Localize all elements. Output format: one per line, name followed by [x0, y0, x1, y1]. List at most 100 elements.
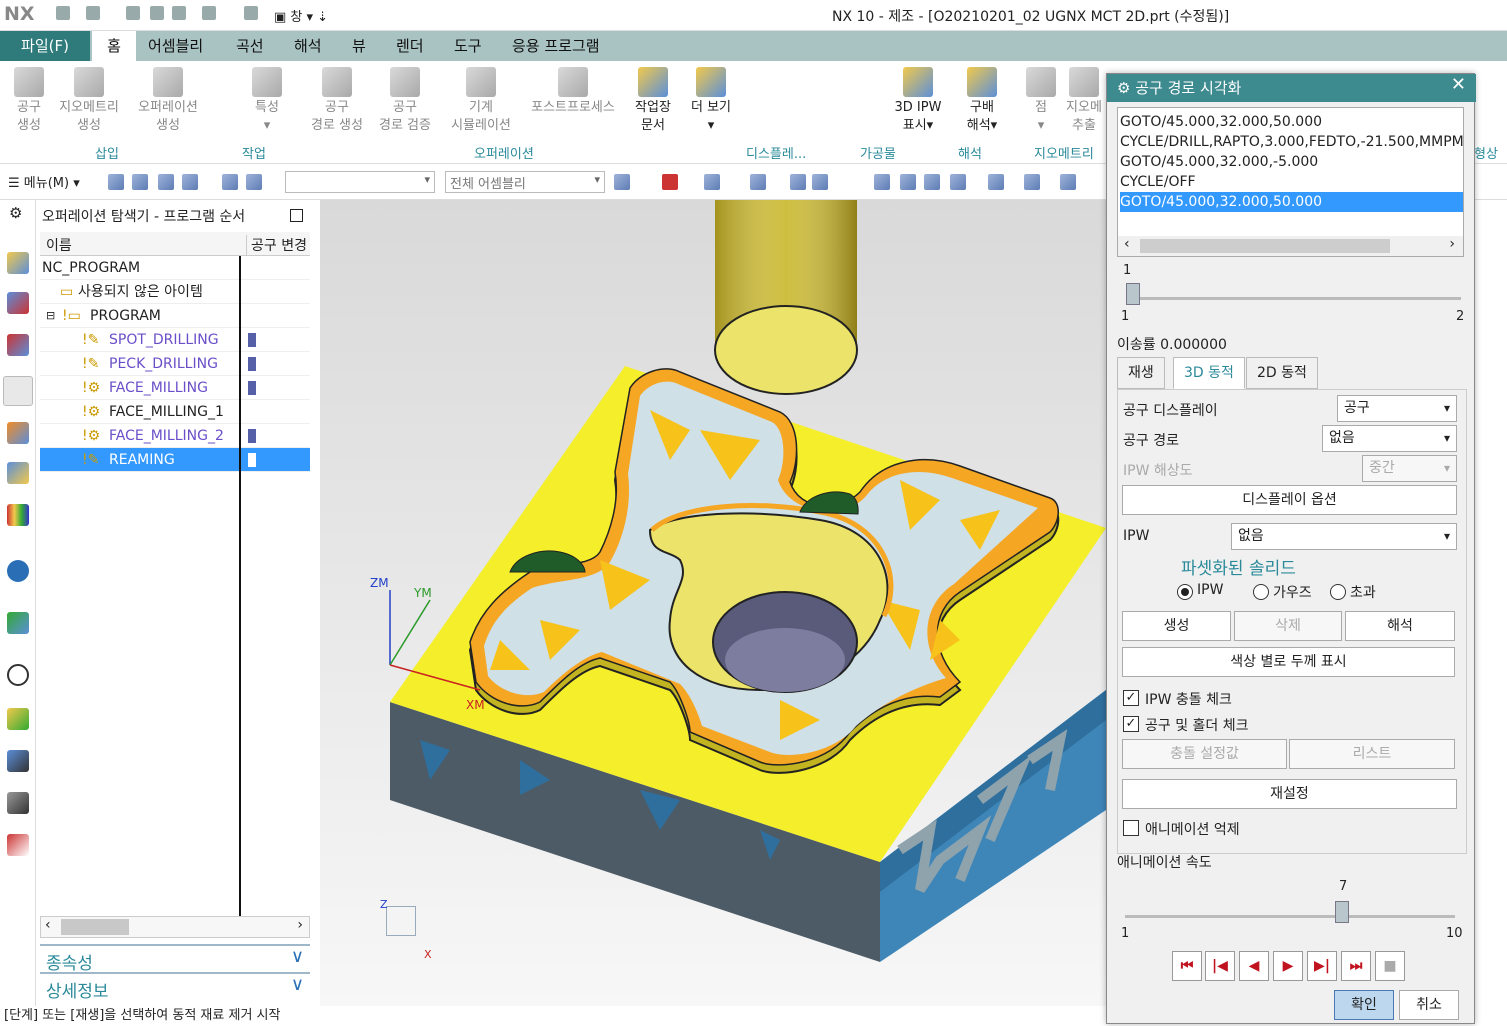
column-tool-change[interactable]: 공구 변경 [246, 235, 307, 255]
filter-icon[interactable] [614, 174, 630, 190]
animation-speed-track[interactable] [1125, 915, 1455, 918]
show-thickness-button[interactable]: 색상 별로 두께 표시 [1122, 647, 1455, 677]
verify-toolpath-button[interactable]: 공구 경로 검증 [372, 67, 438, 135]
tree-row[interactable]: !✎ SPOT_DRILLING [40, 328, 310, 352]
select-box-icon[interactable] [750, 174, 766, 190]
create-tool-button[interactable]: 공구 생성 [6, 67, 52, 135]
undo-icon[interactable] [86, 6, 100, 20]
snap-icon[interactable] [222, 174, 238, 190]
postprocess-button[interactable]: 포스트프로세스 [522, 67, 624, 117]
tree-row[interactable]: !⚙ FACE_MILLING_1 [40, 400, 310, 424]
snap-icon[interactable] [108, 174, 124, 190]
fast-forward-icon[interactable]: ⏭ [1341, 951, 1371, 981]
link-icon[interactable] [244, 6, 258, 20]
tab-assembly[interactable]: 어셈블리 [140, 31, 211, 61]
operation-navigator-icon[interactable] [3, 376, 33, 406]
properties-button[interactable]: 특성 ▾ [244, 67, 290, 135]
clock-icon[interactable] [7, 664, 29, 686]
menu-button[interactable]: ☰ 메뉴(M) ▾ [8, 172, 80, 191]
render-style-icon[interactable] [988, 174, 1004, 190]
create-button[interactable]: 생성 [1122, 611, 1231, 641]
toolpath-line[interactable]: GOTO/45.000,32.000,50.000 [1120, 112, 1463, 132]
settings-gear-icon[interactable]: ⚙ [9, 204, 22, 222]
generate-toolpath-button[interactable]: 공구 경로 생성 [304, 67, 370, 135]
save-icon[interactable] [56, 6, 70, 20]
web-browser-icon[interactable] [7, 560, 29, 582]
suppress-animation-checkbox[interactable] [1123, 820, 1139, 836]
toolpath-line[interactable]: CYCLE/OFF [1120, 172, 1463, 192]
scroll-left-icon[interactable]: ‹ [45, 917, 51, 933]
more-button[interactable]: 더 보기 ▾ [684, 67, 738, 135]
details-section[interactable]: 상세정보 ∨ [40, 972, 310, 1002]
tab-curve[interactable]: 곡선 [228, 31, 272, 61]
toolpath-line[interactable]: GOTO/45.000,32.000,50.000 [1120, 192, 1463, 212]
tab-file[interactable]: 파일(F) [0, 31, 90, 61]
step-slider-track[interactable] [1127, 297, 1461, 300]
shop-docs-button[interactable]: 작업장 문서 [628, 67, 678, 135]
play-icon[interactable]: ▶ [1273, 951, 1303, 981]
toolpath-line[interactable]: CYCLE/DRILL,RAPTO,3.000,FEDTO,-21.500,MM… [1120, 132, 1463, 152]
roles-icon[interactable] [7, 708, 29, 730]
animation-speed-thumb[interactable] [1335, 901, 1349, 923]
history-icon[interactable] [7, 612, 29, 634]
radio-gouge[interactable] [1253, 584, 1269, 600]
display-options-button[interactable]: 디스플레이 옵션 [1122, 485, 1457, 515]
collision-settings-button[interactable]: 충돌 설정값 [1122, 739, 1287, 769]
type-filter-dropdown[interactable] [285, 171, 435, 193]
settings-icon[interactable] [202, 6, 216, 20]
create-geometry-button[interactable]: 지오메트리 생성 [52, 67, 126, 135]
robot-icon[interactable] [7, 792, 29, 814]
analyze-button[interactable]: 해석 [1345, 611, 1455, 641]
tree-row[interactable]: !✎ REAMING [40, 448, 310, 472]
view-icon[interactable] [790, 174, 806, 190]
stop-icon[interactable]: ■ [1375, 951, 1405, 981]
snap-icon[interactable] [132, 174, 148, 190]
tree-row[interactable]: ⊟ !▭ PROGRAM [40, 304, 310, 328]
rewind-to-start-icon[interactable]: ⏮ [1172, 951, 1202, 981]
tree-row[interactable]: ▭ 사용되지 않은 아이템 [40, 280, 310, 304]
rotate-icon[interactable] [924, 174, 940, 190]
navigator-scrollbar[interactable]: ‹ › [40, 916, 310, 938]
list-button[interactable]: 리스트 [1289, 739, 1455, 769]
dependencies-section[interactable]: 종속성 ∨ [40, 944, 310, 974]
play-reverse-icon[interactable]: ◀ [1239, 951, 1269, 981]
toolpath-line[interactable]: GOTO/45.000,32.000,-5.000 [1120, 152, 1463, 172]
snap-icon[interactable] [158, 174, 174, 190]
orient-icon[interactable] [950, 174, 966, 190]
tab-replay[interactable]: 재생 [1117, 357, 1165, 389]
tab-3d-dynamic[interactable]: 3D 동적 [1173, 357, 1245, 389]
maximize-icon[interactable] [290, 209, 303, 222]
copy-icon[interactable] [150, 6, 164, 20]
snap-icon[interactable] [182, 174, 198, 190]
column-name[interactable]: 이름 [46, 235, 72, 255]
scroll-thumb[interactable] [61, 919, 129, 935]
scroll-right-icon[interactable]: › [1449, 236, 1455, 252]
part-navigator-icon[interactable] [7, 252, 29, 274]
tool-library-icon[interactable] [7, 750, 29, 772]
radio-excess[interactable] [1330, 584, 1346, 600]
toolpath-list[interactable]: GOTO/45.000,32.000,50.000 CYCLE/DRILL,RA… [1117, 107, 1464, 257]
list-scrollbar[interactable]: ‹ › [1118, 236, 1463, 256]
delete-button[interactable]: 삭제 [1234, 611, 1342, 641]
ok-button[interactable]: 확인 [1334, 990, 1394, 1020]
collapse-icon[interactable]: ⊟ [46, 304, 55, 328]
view-style-icon[interactable] [1060, 174, 1076, 190]
reuse-library-icon[interactable] [7, 462, 29, 484]
point-button[interactable]: 점 ▾ [1024, 67, 1058, 135]
extract-geometry-button[interactable]: 지오메 추출 [1062, 67, 1106, 135]
create-operation-button[interactable]: 오퍼레이션 생성 [130, 67, 206, 135]
scroll-right-icon[interactable]: › [297, 917, 303, 933]
window-menu[interactable]: ▣ 창 ▾ ⇣ [274, 6, 328, 25]
draft-analysis-button[interactable]: 구배 해석▾ [956, 67, 1008, 135]
assembly-navigator-icon[interactable] [7, 292, 29, 314]
select-icon[interactable] [704, 174, 720, 190]
tree-row[interactable]: !⚙ FACE_MILLING_2 [40, 424, 310, 448]
show-3d-ipw-button[interactable]: 3D IPW 표시▾ [888, 67, 948, 135]
step-forward-icon[interactable]: ▶| [1307, 951, 1337, 981]
view-style-icon[interactable] [1024, 174, 1040, 190]
tree-row[interactable]: !⚙ FACE_MILLING [40, 376, 310, 400]
ipw-collision-checkbox[interactable]: ✓ [1123, 690, 1139, 706]
constraint-navigator-icon[interactable] [7, 334, 29, 356]
assembly-filter-dropdown[interactable]: 전체 어셈블리 [445, 171, 605, 193]
select-icon[interactable] [662, 174, 678, 190]
